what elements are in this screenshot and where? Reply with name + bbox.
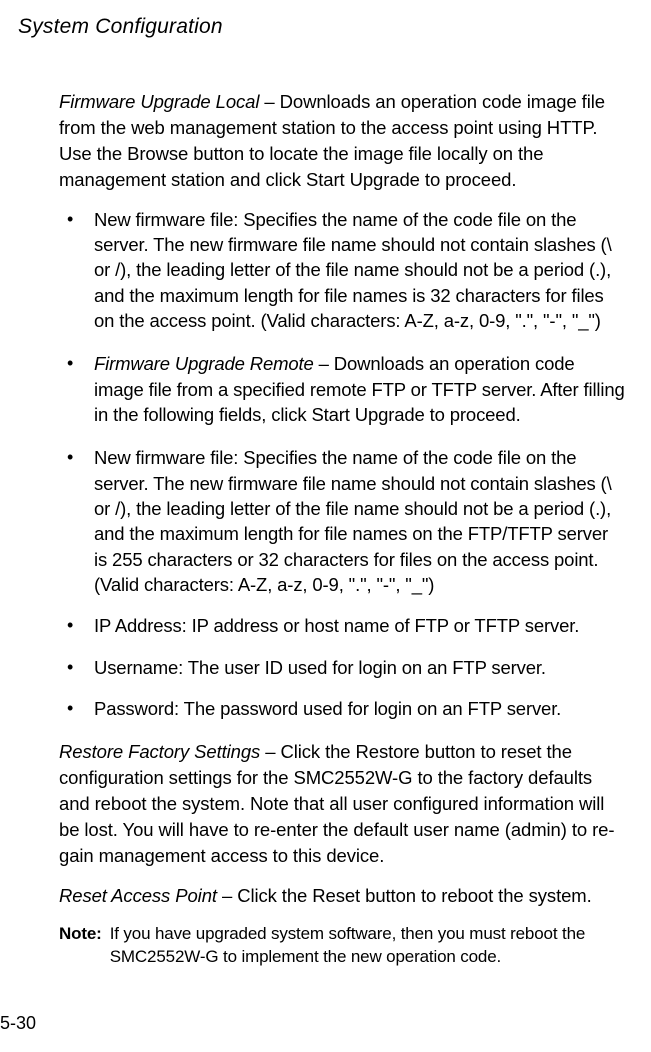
reset-desc: – Click the Reset button to reboot the s… [217,885,592,906]
list-item: New firmware file: Specifies the name of… [59,445,625,597]
bullet-list-2: Firmware Upgrade Remote – Downloads an o… [59,351,625,427]
bullet-list-3: New firmware file: Specifies the name of… [59,445,625,721]
note-text: If you have upgraded system software, th… [110,923,625,969]
list-item: Username: The user ID used for login on … [59,655,625,680]
list-item: New firmware file: Specifies the name of… [59,207,625,334]
bullet-list-1: New firmware file: Specifies the name of… [59,207,625,334]
reset-para: Reset Access Point – Click the Reset but… [59,883,625,909]
list-item: Password: The password used for login on… [59,696,625,721]
note-block: Note: If you have upgraded system softwa… [59,923,625,969]
restore-term: Restore Factory Settings [59,741,260,762]
note-label: Note: [59,923,110,969]
page-number: 5-30 [0,1013,36,1034]
firmware-local-para: Firmware Upgrade Local – Downloads an op… [59,89,625,193]
main-content: Firmware Upgrade Local – Downloads an op… [18,89,633,969]
firmware-local-term: Firmware Upgrade Local [59,91,259,112]
page-header: System Configuration [18,15,633,39]
firmware-remote-term: Firmware Upgrade Remote [94,353,314,374]
reset-term: Reset Access Point [59,885,217,906]
list-item: IP Address: IP address or host name of F… [59,613,625,638]
restore-para: Restore Factory Settings – Click the Res… [59,739,625,868]
list-item: Firmware Upgrade Remote – Downloads an o… [59,351,625,427]
